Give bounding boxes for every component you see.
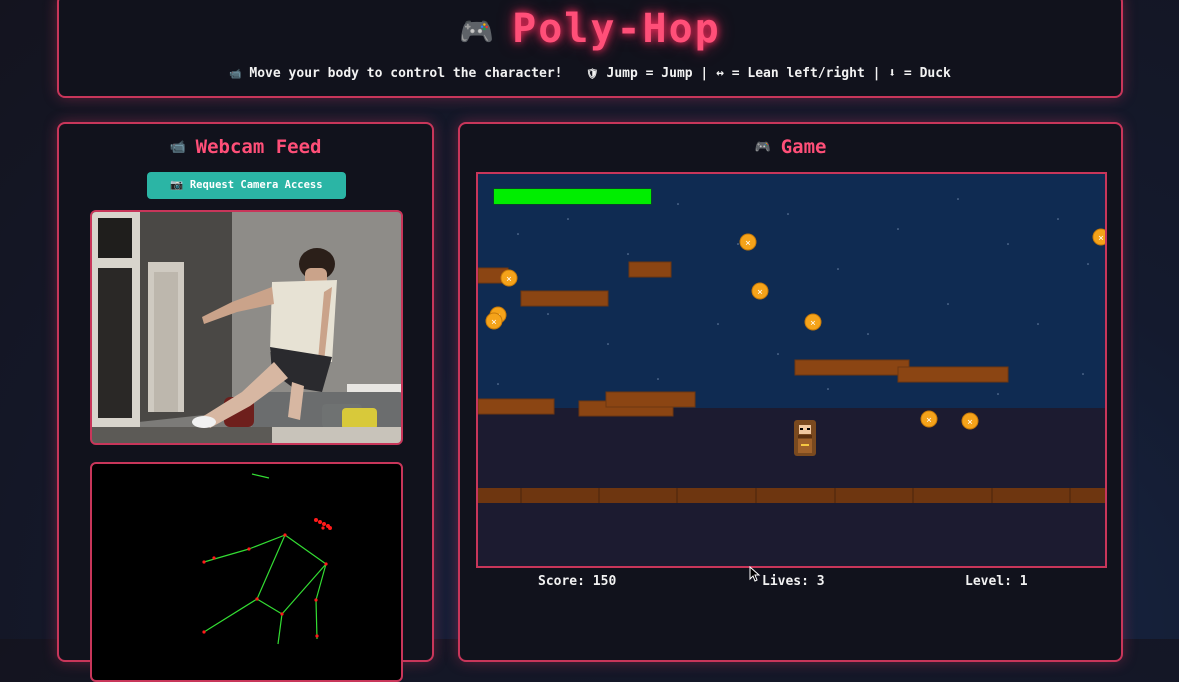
player-character (794, 420, 816, 456)
video-camera-icon: 📹 (169, 140, 186, 155)
title-text: Poly-Hop (512, 6, 721, 52)
instructions-intro: Move your body to control the character! (249, 66, 563, 81)
gamepad-icon: 🎮 (459, 14, 497, 48)
svg-text:✕: ✕ (745, 239, 750, 249)
mouse-cursor-icon (749, 566, 761, 582)
webcam-panel: 📹 Webcam Feed 📷 Request Camera Access (57, 122, 434, 682)
game-title-text: Game (780, 136, 827, 158)
page-title: 🎮 Poly-Hop (59, 6, 1121, 52)
ground-area (478, 408, 1105, 566)
pose-skeleton-view (90, 462, 403, 682)
svg-text:✕: ✕ (926, 416, 931, 426)
gamepad-icon: 🎮 (754, 140, 771, 155)
instructions: 📹 Move your body to control the characte… (59, 66, 1121, 81)
camera-icon: 📷 (170, 179, 184, 191)
game-canvas[interactable]: ✕ ✕ ✕ ✕ ✕ ✕ ✕ ✕ ✕ (476, 172, 1107, 568)
ground-tiles (478, 488, 1105, 503)
shield-icon: 🛡 (585, 69, 599, 80)
webcam-frame-image (92, 212, 401, 443)
instructions-controls: Jump = Jump | ↔ = Lean left/right | ⬇ = … (606, 66, 951, 81)
video-camera-icon: 📹 (229, 69, 242, 80)
game-panel: 🎮 Game ✕ ✕ ✕ ✕ ✕ ✕ ✕ ✕ Score: 150 Lives:… (458, 122, 1123, 662)
webcam-title: 📹 Webcam Feed (59, 136, 432, 158)
svg-text:✕: ✕ (757, 288, 762, 298)
header-panel: 🎮 Poly-Hop 📹 Move your body to control th… (57, 0, 1123, 98)
svg-text:✕: ✕ (506, 275, 511, 285)
request-camera-label: Request Camera Access (189, 179, 323, 191)
request-camera-button[interactable]: 📷 Request Camera Access (147, 172, 346, 199)
svg-text:✕: ✕ (967, 418, 972, 428)
webcam-video (90, 210, 403, 445)
svg-text:✕: ✕ (491, 318, 496, 328)
level-display: Level: 1 (965, 574, 1028, 589)
game-title: 🎮 Game (460, 136, 1121, 158)
svg-text:✕: ✕ (810, 319, 815, 329)
lives-display: Lives: 3 (762, 574, 825, 589)
svg-text:✕: ✕ (1098, 234, 1103, 244)
webcam-title-text: Webcam Feed (195, 136, 322, 158)
pose-skeleton (202, 473, 332, 645)
score-display: Score: 150 (538, 574, 617, 589)
health-bar-fill (494, 189, 651, 204)
game-scene: ✕ ✕ ✕ ✕ ✕ ✕ ✕ ✕ ✕ (478, 174, 1105, 566)
